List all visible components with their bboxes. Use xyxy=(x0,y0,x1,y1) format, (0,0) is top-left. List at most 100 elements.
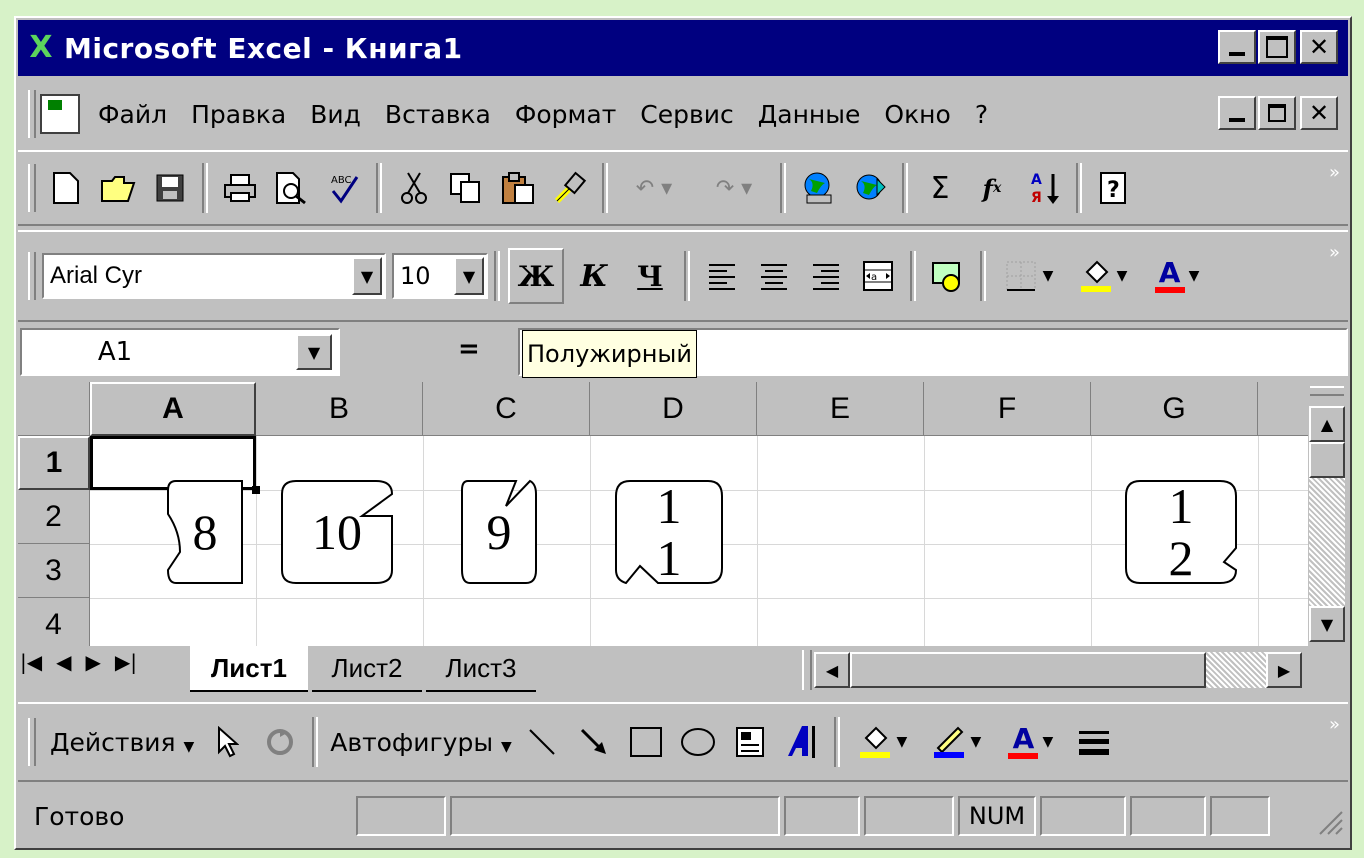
column-header-f[interactable]: F xyxy=(924,382,1091,436)
toolbar-grip[interactable] xyxy=(28,252,36,300)
italic-button[interactable]: К xyxy=(568,252,620,300)
name-box[interactable]: A1 ▼ xyxy=(20,328,340,376)
column-header-e[interactable]: E xyxy=(757,382,924,436)
wordart-icon[interactable] xyxy=(778,718,826,766)
column-header-a[interactable]: A xyxy=(90,382,256,436)
align-right-icon[interactable] xyxy=(802,252,850,300)
sort-ascending-icon[interactable]: АЯ xyxy=(1020,164,1068,212)
text-box-icon[interactable] xyxy=(726,718,774,766)
scroll-left-icon[interactable]: ◀ xyxy=(814,652,850,688)
align-center-icon[interactable] xyxy=(750,252,798,300)
borders-icon[interactable]: ▼ xyxy=(994,252,1064,300)
more-buttons-icon[interactable]: » xyxy=(1329,162,1340,183)
minimize-button[interactable] xyxy=(1218,30,1256,64)
column-header-c[interactable]: C xyxy=(423,382,590,436)
new-document-icon[interactable] xyxy=(42,164,90,212)
menu-help[interactable]: ? xyxy=(975,100,988,129)
last-sheet-icon[interactable]: ▶| xyxy=(115,650,137,674)
menu-view[interactable]: Вид xyxy=(310,100,361,129)
scroll-up-icon[interactable]: ▲ xyxy=(1309,406,1345,442)
column-header-h[interactable] xyxy=(1258,382,1308,436)
menu-insert[interactable]: Вставка xyxy=(385,100,491,129)
undo-icon[interactable]: ↶ ▾ xyxy=(616,164,692,212)
autoshapes-menu[interactable]: Автофигуры ▼ xyxy=(330,728,512,757)
insert-hyperlink-icon[interactable] xyxy=(794,164,842,212)
menu-window[interactable]: Окно xyxy=(884,100,950,129)
align-left-icon[interactable] xyxy=(698,252,746,300)
arrow-icon[interactable] xyxy=(570,718,618,766)
select-objects-icon[interactable] xyxy=(204,718,252,766)
draw-font-color-icon[interactable]: А ▼ xyxy=(996,718,1066,766)
rectangle-icon[interactable] xyxy=(622,718,670,766)
function-wizard-icon[interactable]: fx xyxy=(968,164,1016,212)
print-preview-icon[interactable] xyxy=(268,164,316,212)
menu-file[interactable]: Файл xyxy=(98,100,167,129)
line-color-icon[interactable]: ▼ xyxy=(922,718,992,766)
worksheet-grid[interactable]: A B C D E F G 1 2 3 4 8 10 9 1 1 1 2 xyxy=(18,382,1308,646)
equals-sign[interactable]: = xyxy=(458,334,480,364)
draw-fill-color-icon[interactable]: ▼ xyxy=(848,718,918,766)
line-icon[interactable] xyxy=(518,718,566,766)
select-all-button[interactable] xyxy=(18,382,90,436)
row-header-3[interactable]: 3 xyxy=(18,544,90,598)
currency-icon[interactable] xyxy=(924,252,972,300)
help-icon[interactable]: ? xyxy=(1090,164,1138,212)
paste-icon[interactable] xyxy=(494,164,542,212)
redo-icon[interactable]: ↷ ▾ xyxy=(696,164,772,212)
prev-sheet-icon[interactable]: ◀ xyxy=(56,650,71,674)
column-header-g[interactable]: G xyxy=(1091,382,1258,436)
chevron-down-icon[interactable]: ▼ xyxy=(454,257,484,295)
horizontal-scroll-track[interactable] xyxy=(1206,652,1266,688)
save-icon[interactable] xyxy=(146,164,194,212)
horizontal-scroll-thumb[interactable] xyxy=(850,652,1206,688)
fill-color-icon[interactable]: ▼ xyxy=(1068,252,1138,300)
scroll-track[interactable] xyxy=(1309,478,1345,606)
tab-split-box[interactable] xyxy=(802,650,812,690)
resize-grip-icon[interactable] xyxy=(1314,806,1344,840)
menu-data[interactable]: Данные xyxy=(758,100,861,129)
first-sheet-icon[interactable]: |◀ xyxy=(20,650,42,674)
vertical-scrollbar[interactable]: ▲ ▼ xyxy=(1308,382,1346,646)
menu-grip[interactable] xyxy=(28,90,36,138)
close-button[interactable]: ✕ xyxy=(1300,30,1338,64)
font-color-icon[interactable]: А ▼ xyxy=(1142,252,1212,300)
merge-center-icon[interactable]: a xyxy=(854,252,902,300)
format-painter-icon[interactable] xyxy=(546,164,594,212)
free-rotate-icon[interactable] xyxy=(256,718,304,766)
excel-icon[interactable]: X xyxy=(26,33,56,63)
menu-edit[interactable]: Правка xyxy=(191,100,286,129)
scroll-thumb[interactable] xyxy=(1309,442,1345,478)
row-header-4[interactable]: 4 xyxy=(18,598,90,646)
next-sheet-icon[interactable]: ▶ xyxy=(86,650,101,674)
cut-icon[interactable] xyxy=(390,164,438,212)
print-icon[interactable] xyxy=(216,164,264,212)
doc-close-button[interactable]: ✕ xyxy=(1300,96,1338,130)
column-header-d[interactable]: D xyxy=(590,382,757,436)
column-header-b[interactable]: B xyxy=(256,382,423,436)
more-buttons-icon[interactable]: » xyxy=(1329,242,1340,263)
row-header-2[interactable]: 2 xyxy=(18,490,90,544)
menu-format[interactable]: Формат xyxy=(515,100,616,129)
tab-sheet1[interactable]: Лист1 xyxy=(190,646,308,692)
open-folder-icon[interactable] xyxy=(94,164,142,212)
font-size-combo[interactable]: 10 ▼ xyxy=(392,253,488,299)
toolbar-grip[interactable] xyxy=(28,718,36,766)
scroll-right-icon[interactable]: ▶ xyxy=(1266,652,1302,688)
actions-menu[interactable]: Действия ▼ xyxy=(50,728,194,757)
web-toolbar-icon[interactable] xyxy=(846,164,894,212)
toolbar-grip[interactable] xyxy=(28,164,36,212)
font-name-combo[interactable]: Arial Cyr ▼ xyxy=(42,253,386,299)
copy-icon[interactable] xyxy=(442,164,490,212)
chevron-down-icon[interactable]: ▼ xyxy=(352,257,382,295)
oval-icon[interactable] xyxy=(674,718,722,766)
chevron-down-icon[interactable]: ▼ xyxy=(296,334,332,370)
underline-button[interactable]: Ч xyxy=(624,252,676,300)
tab-sheet2[interactable]: Лист2 xyxy=(312,646,422,692)
row-header-1[interactable]: 1 xyxy=(18,436,90,490)
split-box[interactable] xyxy=(1310,386,1344,396)
fill-handle[interactable] xyxy=(252,486,260,494)
tab-sheet3[interactable]: Лист3 xyxy=(426,646,536,692)
doc-restore-button[interactable] xyxy=(1258,96,1296,130)
maximize-button[interactable] xyxy=(1258,30,1296,64)
more-buttons-icon[interactable]: » xyxy=(1329,714,1340,735)
